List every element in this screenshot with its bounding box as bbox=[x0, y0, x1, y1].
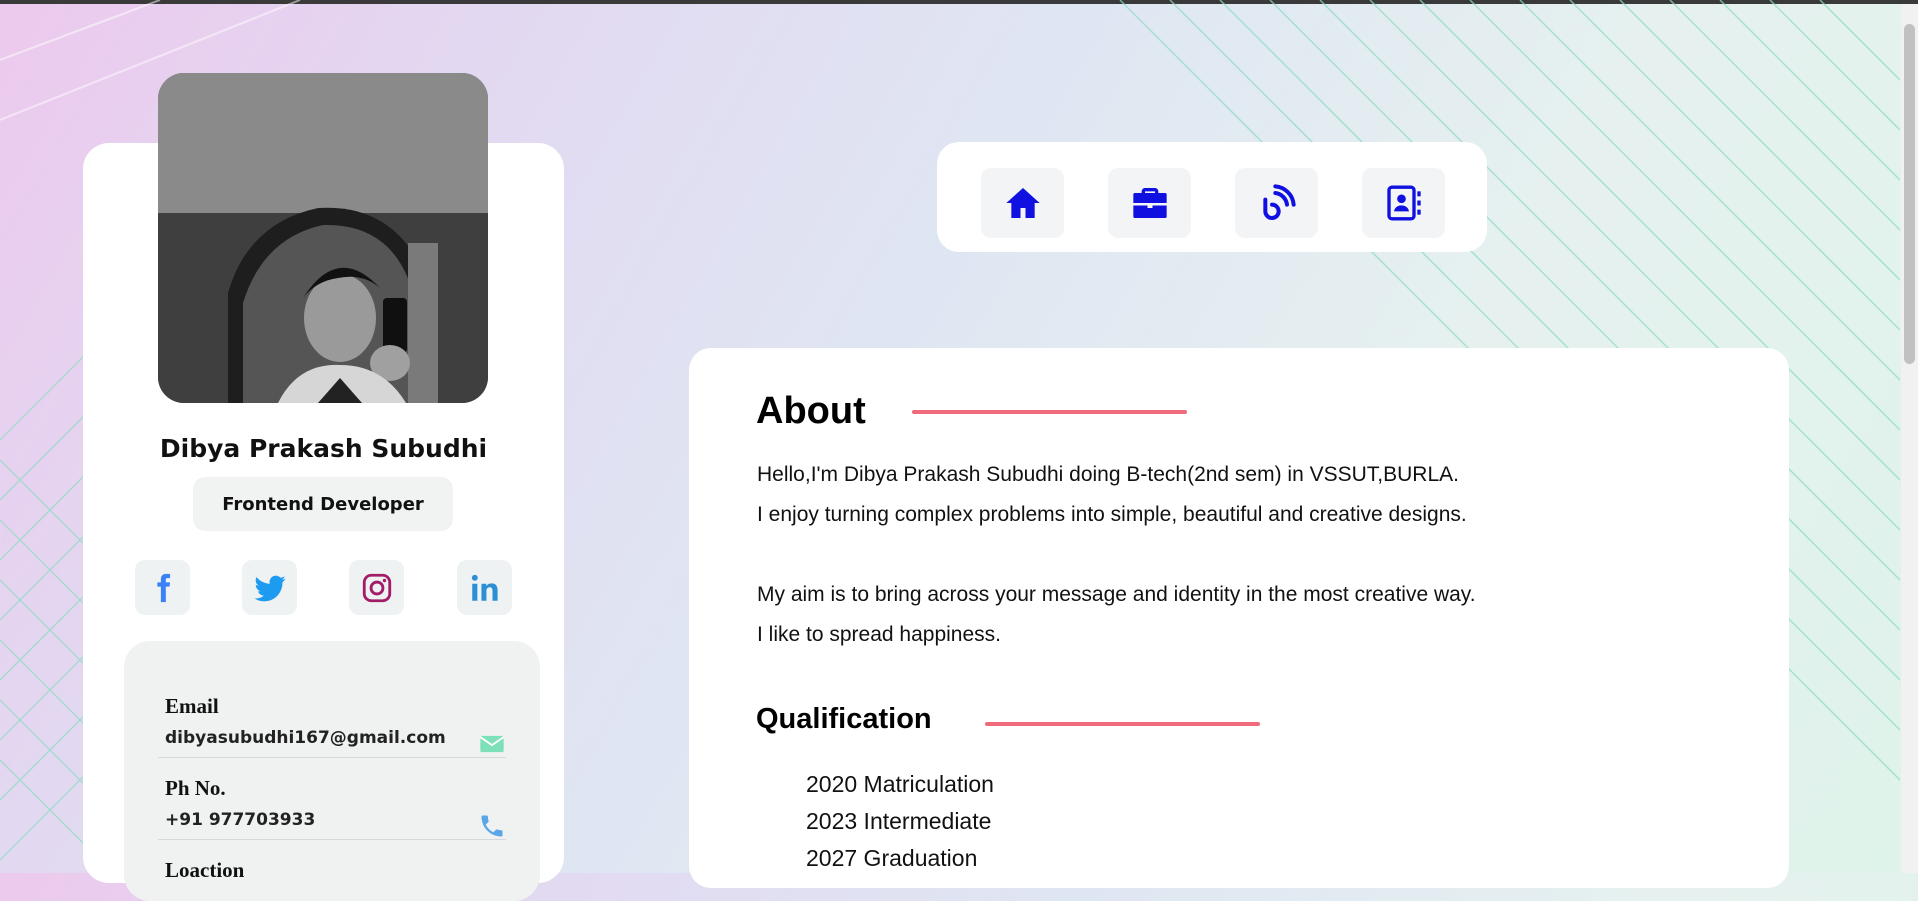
linkedin-icon bbox=[471, 574, 498, 601]
email-value[interactable]: dibyasubudhi167@gmail.com bbox=[165, 728, 446, 748]
about-paragraph-line: My aim is to bring across your message a… bbox=[757, 583, 1476, 606]
phone-value[interactable]: +91 977703933 bbox=[165, 810, 315, 830]
qualification-heading: Qualification bbox=[756, 703, 932, 735]
contact-book-icon bbox=[1386, 185, 1421, 221]
about-paragraph-line: I like to spread happiness. bbox=[757, 623, 1001, 646]
about-heading: About bbox=[756, 390, 866, 432]
about-paragraph-line: Hello,I'm Dibya Prakash Subudhi doing B-… bbox=[757, 463, 1459, 486]
nav-contact-button[interactable] bbox=[1362, 168, 1445, 238]
linkedin-button[interactable] bbox=[457, 560, 512, 615]
mail-icon bbox=[479, 735, 505, 753]
nav-work-button[interactable] bbox=[1108, 168, 1191, 238]
profile-name: Dibya Prakash Subudhi bbox=[159, 434, 488, 463]
about-heading-underline bbox=[912, 410, 1187, 414]
location-label: Loaction bbox=[165, 858, 245, 882]
contact-divider bbox=[158, 839, 506, 840]
qualification-heading-underline bbox=[985, 722, 1260, 726]
twitter-button[interactable] bbox=[242, 560, 297, 615]
briefcase-icon bbox=[1132, 188, 1167, 218]
about-paragraph-line: I enjoy turning complex problems into si… bbox=[757, 503, 1467, 526]
instagram-button[interactable] bbox=[349, 560, 404, 615]
top-navigation bbox=[937, 142, 1487, 252]
phone-icon bbox=[481, 815, 503, 837]
facebook-icon bbox=[156, 573, 170, 602]
contact-divider bbox=[158, 757, 506, 758]
blog-icon bbox=[1262, 184, 1296, 220]
role-badge: Frontend Developer bbox=[193, 477, 453, 531]
email-label: Email bbox=[165, 694, 219, 718]
facebook-button[interactable] bbox=[135, 560, 190, 615]
nav-home-button[interactable] bbox=[981, 168, 1064, 238]
profile-photo bbox=[158, 73, 488, 403]
phone-label: Ph No. bbox=[165, 776, 226, 800]
instagram-icon bbox=[362, 573, 391, 602]
home-icon bbox=[1005, 188, 1040, 218]
qualification-item: 2027 Graduation bbox=[806, 845, 978, 871]
page-scrollbar[interactable] bbox=[1901, 4, 1918, 873]
twitter-icon bbox=[253, 575, 286, 601]
nav-blog-button[interactable] bbox=[1235, 168, 1318, 238]
scrollbar-thumb[interactable] bbox=[1904, 24, 1915, 364]
qualification-item: 2020 Matriculation bbox=[806, 771, 994, 797]
qualification-item: 2023 Intermediate bbox=[806, 808, 992, 834]
